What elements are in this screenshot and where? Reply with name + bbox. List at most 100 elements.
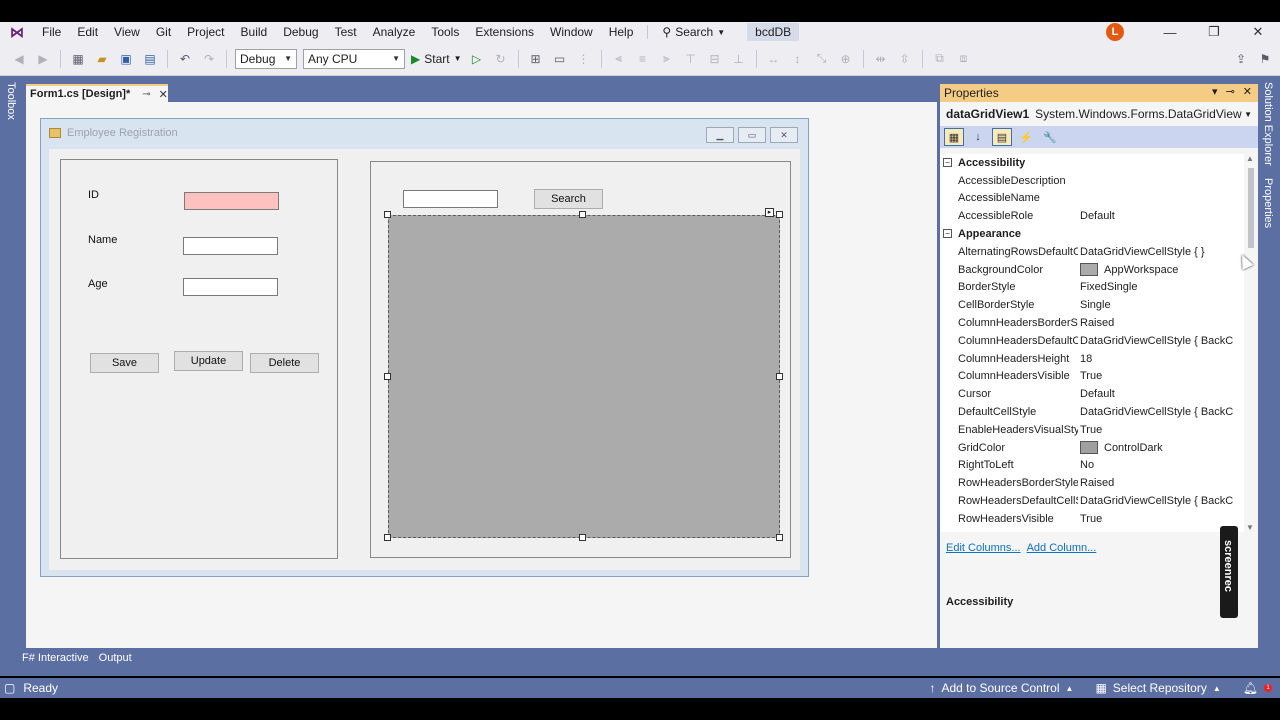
data-grid-view[interactable] <box>388 215 780 538</box>
property-value-cell[interactable]: FixedSingle <box>1078 281 1244 293</box>
property-row[interactable]: ColumnHeadersVisible True <box>940 368 1244 386</box>
menu-window[interactable]: Window <box>542 22 601 42</box>
solution-explorer-tab[interactable]: Solution Explorer <box>1262 82 1274 166</box>
menu-view[interactable]: View <box>106 22 148 42</box>
menu-extensions[interactable]: Extensions <box>467 22 542 42</box>
scroll-up-icon[interactable]: ▲ <box>1246 154 1254 163</box>
property-row[interactable]: GridColor ControlDark <box>940 439 1244 457</box>
property-pages-icon[interactable]: 🔧 <box>1040 128 1060 146</box>
bring-to-front-icon[interactable]: ⧉ <box>931 50 949 68</box>
close-icon[interactable]: ✕ <box>1243 85 1252 98</box>
layout-icon[interactable]: ▭ <box>551 50 569 68</box>
property-row[interactable]: Cursor Default <box>940 385 1244 403</box>
make-same-width-icon[interactable]: ↔ <box>765 50 783 68</box>
resize-handle[interactable] <box>776 211 783 218</box>
property-row[interactable]: BackgroundColor AppWorkspace <box>940 261 1244 279</box>
search-button[interactable]: Search <box>534 189 603 209</box>
menu-build[interactable]: Build <box>233 22 276 42</box>
property-row[interactable]: AlternatingRowsDefaultCel DataGridViewCel… <box>940 243 1244 261</box>
property-row[interactable]: AccessibleDescription <box>940 172 1244 190</box>
resize-handle[interactable] <box>579 534 586 541</box>
search-menu[interactable]: ⚲ Search ▼ <box>654 25 733 39</box>
resize-handle[interactable] <box>384 211 391 218</box>
make-same-size-icon[interactable]: ⤡ <box>813 50 831 68</box>
horizontal-spacing-icon[interactable]: ⇹ <box>872 50 890 68</box>
select-repository[interactable]: ▦ Select Repository ▲ <box>1095 681 1220 695</box>
name-textbox[interactable] <box>183 237 278 255</box>
add-to-source-control[interactable]: ↑ Add to Source Control ▲ <box>929 681 1073 695</box>
resize-handle[interactable] <box>776 534 783 541</box>
align-lefts-icon[interactable]: ⫷ <box>610 50 628 68</box>
restore-button[interactable]: ❐ <box>1192 24 1236 40</box>
menu-debug[interactable]: Debug <box>275 22 326 42</box>
property-row[interactable]: ColumnHeadersDefaultCel DataGridViewCellS… <box>940 332 1244 350</box>
align-middles-icon[interactable]: ⊟ <box>706 50 724 68</box>
properties-side-tab[interactable]: Properties <box>1262 178 1274 228</box>
property-category[interactable]: − Accessibility <box>940 154 1244 172</box>
collapse-icon[interactable]: − <box>943 229 952 239</box>
save-button[interactable]: Save <box>90 353 159 373</box>
new-project-icon[interactable]: ▦ <box>69 50 87 68</box>
vertical-spacing-icon[interactable]: ⇳ <box>896 50 914 68</box>
property-value-cell[interactable]: Raised <box>1078 477 1244 489</box>
property-value-cell[interactable]: 18 <box>1078 353 1244 365</box>
property-value-cell[interactable]: True <box>1078 370 1244 382</box>
scroll-thumb[interactable] <box>1248 168 1254 248</box>
redo-icon[interactable]: ↷ <box>200 50 218 68</box>
undo-icon[interactable]: ↶ <box>176 50 194 68</box>
tab-order-icon[interactable]: ⋮ <box>575 50 593 68</box>
property-value-cell[interactable]: Default <box>1078 388 1244 400</box>
start-button[interactable]: ▶ Start ▼ <box>411 52 462 66</box>
configuration-select[interactable]: Debug ▼ <box>235 48 297 69</box>
browse-icon[interactable]: ⊞ <box>527 50 545 68</box>
property-row[interactable]: RightToLeft No <box>940 457 1244 475</box>
property-value-cell[interactable]: ControlDark <box>1078 441 1244 455</box>
menu-git[interactable]: Git <box>148 22 179 42</box>
menu-test[interactable]: Test <box>327 22 365 42</box>
align-centers-icon[interactable]: ≡ <box>634 50 652 68</box>
close-tab-icon[interactable]: ✕ <box>159 88 168 101</box>
toolbox-side-tab[interactable]: Toolbox <box>0 82 22 182</box>
tool-tab-f-interactive[interactable]: F# Interactive <box>22 652 89 664</box>
smart-tag-icon[interactable]: ▸ <box>765 208 774 217</box>
align-bottoms-icon[interactable]: ⊥ <box>730 50 748 68</box>
property-row[interactable]: EnableHeadersVisualStylesTrue <box>940 421 1244 439</box>
menu-project[interactable]: Project <box>179 22 232 42</box>
menu-edit[interactable]: Edit <box>69 22 106 42</box>
property-row[interactable]: RowHeadersVisible True <box>940 510 1244 528</box>
property-row[interactable]: ColumnHeadersBorderStyl Raised <box>940 314 1244 332</box>
minimize-button[interactable]: — <box>1148 25 1192 40</box>
properties-icon[interactable]: ▤ <box>992 128 1012 146</box>
menu-analyze[interactable]: Analyze <box>365 22 424 42</box>
age-textbox[interactable] <box>183 278 278 296</box>
save-icon[interactable]: ▣ <box>117 50 135 68</box>
property-value-cell[interactable]: Default <box>1078 210 1244 222</box>
update-button[interactable]: Update <box>174 351 243 371</box>
tab-form1-design[interactable]: Form1.cs [Design]* ⊸ ✕ <box>26 84 168 102</box>
collapse-icon[interactable]: − <box>943 158 952 167</box>
alphabetical-icon[interactable]: ↓ <box>968 128 988 146</box>
start-without-debugging-icon[interactable]: ▷ <box>468 50 486 68</box>
property-value-cell[interactable]: DataGridViewCellStyle { BackC <box>1078 335 1244 347</box>
pin-icon[interactable]: ⊸ <box>142 89 150 100</box>
resize-handle[interactable] <box>776 373 783 380</box>
property-value-cell[interactable]: True <box>1078 424 1244 436</box>
user-avatar[interactable]: L <box>1106 23 1124 41</box>
search-textbox[interactable] <box>403 190 498 208</box>
property-row[interactable]: DefaultCellStyle DataGridViewCellStyle { … <box>940 403 1244 421</box>
input-panel[interactable]: ID Name Age Save Update Delete <box>60 159 338 559</box>
edit-columns-link[interactable]: Edit Columns... <box>946 542 1021 554</box>
align-tops-icon[interactable]: ⊤ <box>682 50 700 68</box>
property-row[interactable]: AccessibleRole Default <box>940 207 1244 225</box>
grid-panel[interactable]: Search ▸ <box>370 161 791 558</box>
tool-tab-output[interactable]: Output <box>99 652 132 664</box>
property-value-cell[interactable]: DataGridViewCellStyle { BackC <box>1078 495 1244 507</box>
property-grid[interactable]: − Accessibility AccessibleDescription Acces… <box>940 154 1244 532</box>
save-all-icon[interactable]: ▤ <box>141 50 159 68</box>
property-value-cell[interactable]: Single <box>1078 299 1244 311</box>
property-row[interactable]: ColumnHeadersHeight 18 <box>940 350 1244 368</box>
property-value-cell[interactable]: AppWorkspace <box>1078 263 1244 277</box>
id-textbox[interactable] <box>184 192 279 210</box>
notifications[interactable]: 🔔︎ 1 <box>1243 681 1272 695</box>
property-grid-scrollbar[interactable]: ▲ ▼ <box>1244 154 1258 532</box>
